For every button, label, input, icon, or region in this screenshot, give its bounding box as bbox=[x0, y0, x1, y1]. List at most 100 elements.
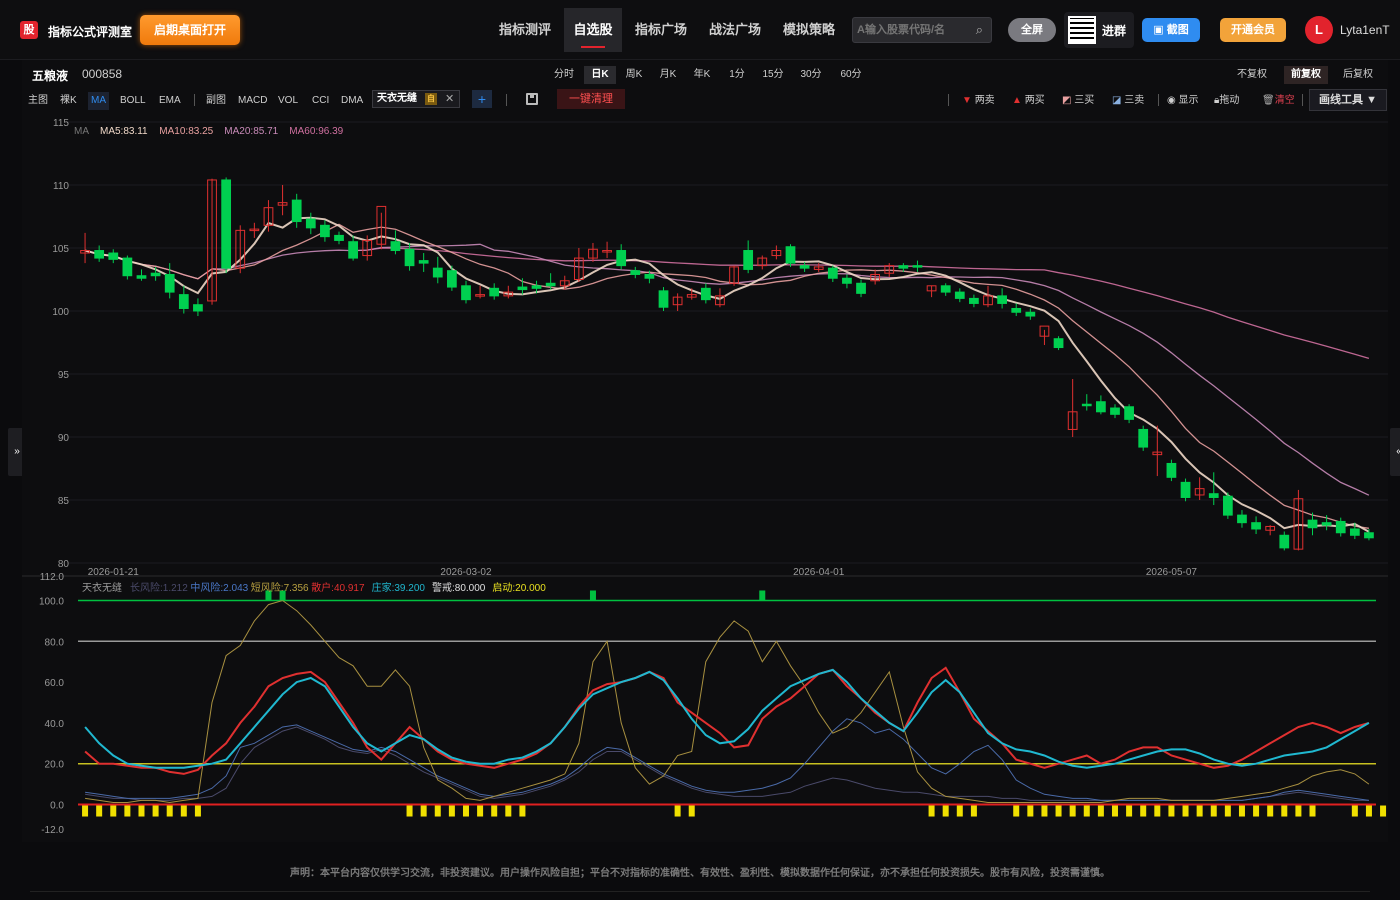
candle-body bbox=[291, 199, 302, 223]
candle-body bbox=[1251, 522, 1261, 530]
y-tick-label: 85 bbox=[58, 496, 70, 507]
candle-body bbox=[1237, 514, 1247, 524]
nav-indicator-review[interactable]: 指标测评 bbox=[490, 8, 560, 52]
open-desktop-button[interactable]: 启期桌面打开 bbox=[140, 15, 240, 45]
nav-sim-strategy[interactable]: 模拟策略 bbox=[774, 8, 844, 52]
bottom-signal-marker bbox=[1238, 805, 1245, 817]
avatar[interactable]: L bbox=[1305, 16, 1333, 44]
divider bbox=[30, 891, 1370, 892]
candle-body bbox=[122, 257, 133, 277]
bottom-signal-marker bbox=[477, 805, 484, 817]
bottom-signal-marker bbox=[1253, 805, 1260, 817]
bottom-signal-marker bbox=[434, 805, 441, 817]
bottom-signal-marker bbox=[110, 805, 117, 817]
bottom-signal-marker bbox=[519, 805, 526, 817]
candle-body bbox=[827, 267, 838, 279]
candle-body bbox=[531, 285, 542, 289]
bottom-signal-marker bbox=[505, 805, 512, 817]
candle-body bbox=[1110, 407, 1120, 415]
candle-body bbox=[404, 248, 415, 267]
bottom-signal-marker bbox=[1041, 805, 1048, 817]
candle-body bbox=[1307, 519, 1318, 529]
bottom-signal-marker bbox=[1182, 805, 1189, 817]
candle-body bbox=[447, 270, 457, 288]
qr-code-icon bbox=[1068, 16, 1096, 44]
bottom-signal-marker bbox=[928, 805, 935, 817]
sub-legend-item: 长风险:1.212 bbox=[130, 581, 188, 594]
bottom-signal-marker bbox=[1027, 805, 1034, 817]
username[interactable]: Lyta1enT bbox=[1340, 23, 1390, 37]
fullscreen-button[interactable]: 全屏 bbox=[1008, 18, 1056, 42]
bottom-signal-marker bbox=[1351, 805, 1358, 817]
candle-body bbox=[969, 297, 979, 304]
y-tick-label: 110 bbox=[53, 181, 69, 192]
ma-legend-item: MA60:96.39 bbox=[289, 126, 343, 137]
bottom-signal-marker bbox=[1069, 805, 1076, 817]
search-input[interactable] bbox=[853, 18, 963, 42]
expand-right-icon[interactable]: « bbox=[1390, 428, 1400, 476]
bottom-signal-marker bbox=[970, 805, 977, 817]
bottom-signal-marker bbox=[1168, 805, 1175, 817]
bottom-signal-marker bbox=[194, 805, 201, 817]
bottom-signal-marker bbox=[1111, 805, 1118, 817]
bottom-signal-marker bbox=[124, 805, 131, 817]
kline-chart[interactable]: 80 85 90 95 100 105 110 115 2026-01-21 2026-03-02… bbox=[22, 60, 1388, 842]
candle-body bbox=[1025, 311, 1036, 317]
nav-watchlist[interactable]: 自选股 bbox=[564, 8, 622, 52]
candle-body bbox=[1208, 493, 1219, 498]
sub-y-tick-label: 60.0 bbox=[45, 678, 65, 689]
candle-body bbox=[517, 286, 528, 291]
bottom-signal-marker bbox=[1013, 805, 1020, 817]
x-tick-label: 2026-05-07 bbox=[1146, 567, 1198, 578]
x-tick-label: 2026-04-01 bbox=[793, 567, 845, 578]
y-tick-label: 90 bbox=[58, 433, 70, 444]
bottom-signal-marker bbox=[674, 805, 681, 817]
search-icon[interactable]: ⌕ bbox=[976, 22, 983, 38]
candle-body bbox=[954, 291, 965, 299]
bottom-signal-marker bbox=[462, 805, 469, 817]
candle-body bbox=[1081, 403, 1092, 407]
sub-y-tick-label: 0.0 bbox=[50, 801, 64, 812]
bottom-signal-marker bbox=[1126, 805, 1133, 817]
bottom-signal-marker bbox=[1365, 805, 1372, 817]
bottom-signal-marker bbox=[1295, 805, 1302, 817]
candle-body bbox=[842, 277, 852, 284]
screenshot-button[interactable]: ▣ 截图 bbox=[1142, 18, 1200, 42]
ma-legend-title: MA bbox=[74, 126, 89, 137]
bottom-signal-marker bbox=[1196, 805, 1203, 817]
nav-tactics-square[interactable]: 战法广场 bbox=[700, 8, 770, 52]
nav-indicator-square[interactable]: 指标广场 bbox=[626, 8, 696, 52]
top-signal-marker bbox=[589, 590, 596, 601]
candle-body bbox=[489, 287, 500, 297]
join-group-button[interactable]: 进群 bbox=[1064, 12, 1134, 48]
candle-body bbox=[1321, 522, 1332, 526]
bottom-signal-marker bbox=[1140, 805, 1147, 817]
candle-body bbox=[1335, 520, 1346, 534]
sub-legend-item: 启动:20.000 bbox=[492, 581, 546, 594]
vip-button[interactable]: 开通会员 bbox=[1220, 18, 1286, 42]
candle-body bbox=[898, 265, 909, 269]
top-bar: 股 指标公式评测室 启期桌面打开 指标测评 自选股 指标广场 战法广场 模拟策略… bbox=[0, 0, 1400, 60]
bottom-signal-marker bbox=[942, 805, 949, 817]
bottom-signal-marker bbox=[96, 805, 103, 817]
stock-search[interactable]: ⌕ bbox=[852, 17, 992, 43]
y-tick-label: 95 bbox=[58, 370, 70, 381]
screenshot-label: 截图 bbox=[1166, 24, 1189, 36]
bottom-signal-marker bbox=[688, 805, 695, 817]
bottom-signal-marker bbox=[166, 805, 173, 817]
x-tick-label: 2026-01-21 bbox=[88, 567, 140, 578]
candle-body bbox=[1222, 495, 1233, 516]
candle-body bbox=[334, 234, 344, 241]
candle-body bbox=[1011, 307, 1022, 313]
candle-body bbox=[108, 252, 119, 260]
candle-body bbox=[193, 304, 203, 312]
candle-body bbox=[1180, 481, 1191, 498]
ma10-line bbox=[84, 223, 1370, 529]
candle-body bbox=[912, 265, 923, 268]
candle-body bbox=[390, 241, 401, 252]
bottom-signal-marker bbox=[491, 805, 498, 817]
candle-body bbox=[150, 272, 161, 277]
bottom-signal-marker bbox=[1267, 805, 1274, 817]
candle-body bbox=[799, 265, 810, 269]
bottom-signal-marker bbox=[1224, 805, 1231, 817]
